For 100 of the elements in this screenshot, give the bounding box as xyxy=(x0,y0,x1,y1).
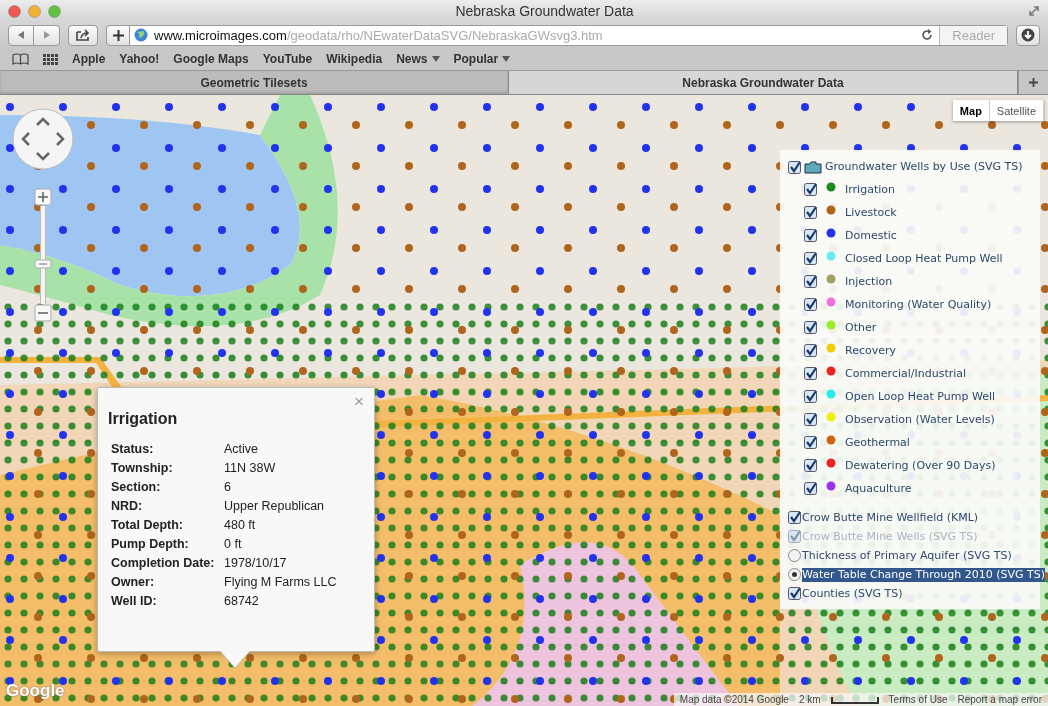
checkbox[interactable] xyxy=(804,390,817,403)
back-arrow-icon xyxy=(16,30,26,40)
zoom-in-button[interactable] xyxy=(34,188,52,206)
layer-label: Commercial/Industrial xyxy=(845,366,967,381)
url-text: www.microimages.com/geodata/rho/NEwaterDataSVG/NebraskaGWsvg3.htm xyxy=(154,27,604,43)
globe-icon xyxy=(134,28,148,42)
field-value: 1978/10/17 xyxy=(224,556,288,570)
field-value: Active xyxy=(224,442,260,456)
caret-icon xyxy=(431,56,440,62)
fullscreen-icon[interactable] xyxy=(1028,5,1040,17)
forward-arrow-icon xyxy=(41,30,52,40)
layer-label: Water Table Change Through 2010 (SVG TS) xyxy=(802,567,1045,582)
checkbox[interactable] xyxy=(804,252,817,265)
layer-label: Aquaculture xyxy=(845,481,912,496)
forward-button[interactable] xyxy=(34,24,60,46)
field-label: Township: xyxy=(111,461,174,475)
checkbox[interactable] xyxy=(804,367,817,380)
plus-icon xyxy=(1029,78,1038,87)
bookmark-link[interactable]: Yahoo! xyxy=(119,52,160,66)
layer-label: Counties (SVG TS) xyxy=(802,586,903,601)
layer-label: Domestic xyxy=(845,228,897,243)
checkbox[interactable] xyxy=(788,511,801,524)
book-icon[interactable] xyxy=(12,53,29,65)
field-label: Well ID: xyxy=(111,594,158,608)
layer-label: Open Loop Heat Pump Well xyxy=(845,389,996,404)
bookmark-link[interactable]: Google Maps xyxy=(173,52,249,66)
add-bookmark-button[interactable] xyxy=(106,24,130,46)
layer-label: Crow Butte Mine Wellfield (KML) xyxy=(802,510,979,525)
share-button[interactable] xyxy=(68,24,98,46)
layer-label: Monitoring (Water Quality) xyxy=(845,297,992,312)
checkbox[interactable] xyxy=(804,206,817,219)
checkbox[interactable] xyxy=(804,344,817,357)
field-label: Owner: xyxy=(111,575,156,589)
caret-icon xyxy=(502,56,511,62)
browser-tab[interactable]: Nebraska Groundwater Data xyxy=(509,71,1018,94)
layer-label: Injection xyxy=(845,274,893,289)
layer-label: Other xyxy=(845,320,877,335)
checkbox[interactable] xyxy=(788,160,801,174)
info-title: Irrigation xyxy=(108,410,179,428)
field-value: 6 xyxy=(224,480,232,494)
browser-tab[interactable]: Geometric Tilesets xyxy=(0,71,509,94)
radio-button[interactable] xyxy=(788,549,801,562)
field-label: NRD: xyxy=(111,499,144,513)
address-field[interactable]: www.microimages.com/geodata/rho/NEwaterDataSVG/NebraskaGWsvg3.htm Reader xyxy=(130,24,1008,46)
radio-button[interactable] xyxy=(788,568,801,581)
bookmark-link[interactable]: YouTube xyxy=(262,52,313,66)
layer-label: Irrigation xyxy=(845,182,895,197)
checkbox[interactable] xyxy=(804,413,817,426)
field-value: 11N 38W xyxy=(224,461,277,475)
scale-label: 2 km xyxy=(798,694,821,705)
plus-icon xyxy=(112,29,124,41)
bookmark-link[interactable]: Popular xyxy=(453,52,511,66)
downloads-button[interactable] xyxy=(1016,24,1040,46)
zoom-out-button[interactable] xyxy=(34,304,52,322)
slider-thumb[interactable] xyxy=(34,258,52,269)
download-icon xyxy=(1021,28,1035,42)
layer-label: Dewatering (Over 90 Days) xyxy=(845,458,996,473)
checkbox[interactable] xyxy=(788,587,801,600)
field-value: Flying M Farms LLC xyxy=(224,575,338,589)
map-type-button[interactable]: Map xyxy=(952,100,990,121)
terms-link[interactable]: Terms of Use xyxy=(888,694,948,705)
bookmark-link[interactable]: Apple xyxy=(72,52,106,66)
map-data-text: Map data ©2014 Google xyxy=(679,694,789,705)
field-label: Completion Date: xyxy=(111,556,216,570)
layer-label: Groundwater Wells by Use (SVG TS) xyxy=(825,160,1023,174)
field-value: 480 ft xyxy=(224,518,257,532)
checkbox[interactable] xyxy=(804,275,817,288)
checkbox[interactable] xyxy=(804,229,817,242)
layer-label: Recovery xyxy=(845,343,896,358)
folder-icon xyxy=(804,160,822,174)
scale-bar xyxy=(830,695,879,704)
layer-label: Geothermal xyxy=(845,435,910,450)
checkbox[interactable] xyxy=(804,298,817,311)
back-button[interactable] xyxy=(8,24,34,46)
checkbox[interactable] xyxy=(804,482,817,495)
new-tab-button[interactable] xyxy=(1018,71,1048,94)
map-type-button[interactable]: Satellite xyxy=(989,100,1044,121)
window-control-icon[interactable] xyxy=(8,4,21,18)
layer-label: Observation (Water Levels) xyxy=(845,412,995,427)
checkbox[interactable] xyxy=(804,321,817,334)
field-label: Section: xyxy=(111,480,162,494)
field-value: 0 ft xyxy=(224,537,243,551)
window-title: Nebraska Groundwater Data xyxy=(454,3,635,19)
bookmark-link[interactable]: News xyxy=(396,52,440,66)
bookmark-link[interactable]: Wikipedia xyxy=(326,52,383,66)
checkbox[interactable] xyxy=(804,183,817,196)
field-label: Status: xyxy=(111,442,155,456)
pan-control-icon[interactable] xyxy=(12,108,74,170)
report-link[interactable]: Report a map error xyxy=(957,694,1042,705)
checkbox[interactable] xyxy=(804,436,817,449)
layer-label: Crow Butte Mine Wells (SVG TS) xyxy=(802,529,978,544)
share-icon xyxy=(75,28,91,42)
field-label: Total Depth: xyxy=(111,518,184,532)
layer-label: Thickness of Primary Aquifer (SVG TS) xyxy=(802,548,1012,563)
field-label: Pump Depth: xyxy=(111,537,190,551)
field-value: Upper Republican xyxy=(224,499,326,513)
grid-icon[interactable] xyxy=(43,53,58,65)
layer-label: Livestock xyxy=(845,205,897,220)
reload-icon[interactable] xyxy=(921,29,934,41)
checkbox[interactable] xyxy=(804,459,817,472)
